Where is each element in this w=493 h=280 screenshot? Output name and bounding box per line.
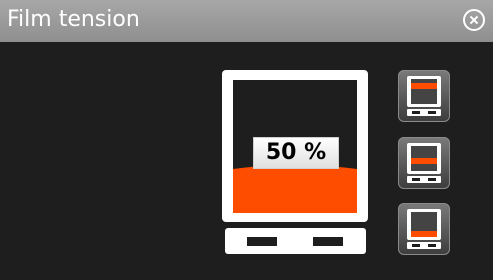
tension-high-icon: [407, 76, 441, 116]
tension-gauge: 50 %: [222, 70, 368, 222]
preset-medium-frame: [407, 143, 441, 174]
preset-medium-slot-right: [428, 178, 436, 181]
gauge-display: 50 %: [233, 80, 357, 213]
preset-high-button[interactable]: [398, 70, 450, 122]
preset-medium-inner: [411, 146, 437, 171]
tension-low-icon: [407, 209, 441, 249]
preset-medium-slot-left: [412, 178, 420, 181]
preset-medium-fill: [411, 158, 437, 164]
tension-medium-icon: [407, 143, 441, 183]
dialog-title: Film tension: [7, 7, 140, 32]
close-icon[interactable]: [463, 9, 485, 31]
preset-low-slot-right: [428, 244, 436, 247]
preset-medium-button[interactable]: [398, 137, 450, 189]
gauge-base-slot-right: [313, 237, 343, 246]
preset-low-slot-left: [412, 244, 420, 247]
preset-low-base: [407, 242, 441, 249]
tension-value: 50 %: [253, 137, 339, 169]
preset-low-inner: [411, 212, 437, 237]
preset-high-frame: [407, 76, 441, 107]
preset-low-button[interactable]: [398, 203, 450, 255]
film-tension-dialog: Film tension 50 %: [0, 0, 493, 280]
preset-low-fill: [411, 231, 437, 237]
title-bar: Film tension: [0, 0, 493, 42]
preset-high-base: [407, 109, 441, 116]
gauge-base-slot-left: [247, 237, 277, 246]
preset-high-slot-right: [428, 111, 436, 114]
gauge-fill: [233, 165, 357, 213]
preset-high-slot-left: [412, 111, 420, 114]
preset-medium-base: [407, 176, 441, 183]
gauge-base: [225, 228, 366, 254]
preset-low-frame: [407, 209, 441, 240]
preset-high-fill: [411, 83, 437, 89]
preset-high-inner: [411, 79, 437, 104]
